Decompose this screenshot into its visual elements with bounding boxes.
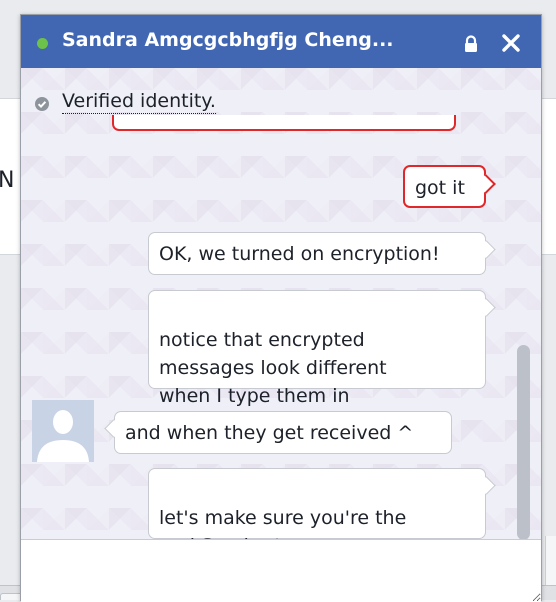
message-text: let's make sure you're the real Sandra t…	[159, 507, 407, 539]
chat-conversation[interactable]: Verified identity. got it OK, we turned …	[21, 68, 541, 539]
chat-title[interactable]: Sandra Amgcgcbhgfjg Cheng...	[62, 29, 394, 51]
scrollbar-thumb[interactable]	[517, 345, 530, 539]
verified-identity-text[interactable]: Verified identity.	[62, 90, 216, 114]
message-bubble-partial	[112, 115, 456, 131]
message-bubble[interactable]: let's make sure you're the real Sandra t…	[148, 468, 486, 539]
chat-titlebar[interactable]: Sandra Amgcgcbhgfjg Cheng...	[21, 15, 541, 68]
lock-icon[interactable]	[462, 35, 480, 53]
message-bubble[interactable]: OK, we turned on encryption!	[148, 232, 486, 275]
background-page-letter: N	[0, 168, 15, 193]
online-status-icon	[37, 38, 48, 49]
chat-window: Sandra Amgcgcbhgfjg Cheng... Verified id…	[20, 14, 542, 602]
message-bubble[interactable]: notice that encrypted messages look diff…	[148, 290, 486, 407]
message-bubble[interactable]: got it	[403, 165, 486, 208]
message-bubble[interactable]: and when they get received ^	[114, 411, 452, 454]
message-text: got it	[415, 177, 465, 199]
message-composer	[21, 539, 541, 602]
message-text: OK, we turned on encryption!	[159, 243, 440, 265]
default-avatar-icon[interactable]	[32, 400, 94, 462]
message-text: and when they get received ^	[125, 422, 414, 444]
message-input[interactable]	[21, 540, 541, 602]
check-circle-icon	[35, 97, 49, 111]
close-icon[interactable]	[500, 32, 522, 54]
background-page-edge	[545, 536, 556, 586]
